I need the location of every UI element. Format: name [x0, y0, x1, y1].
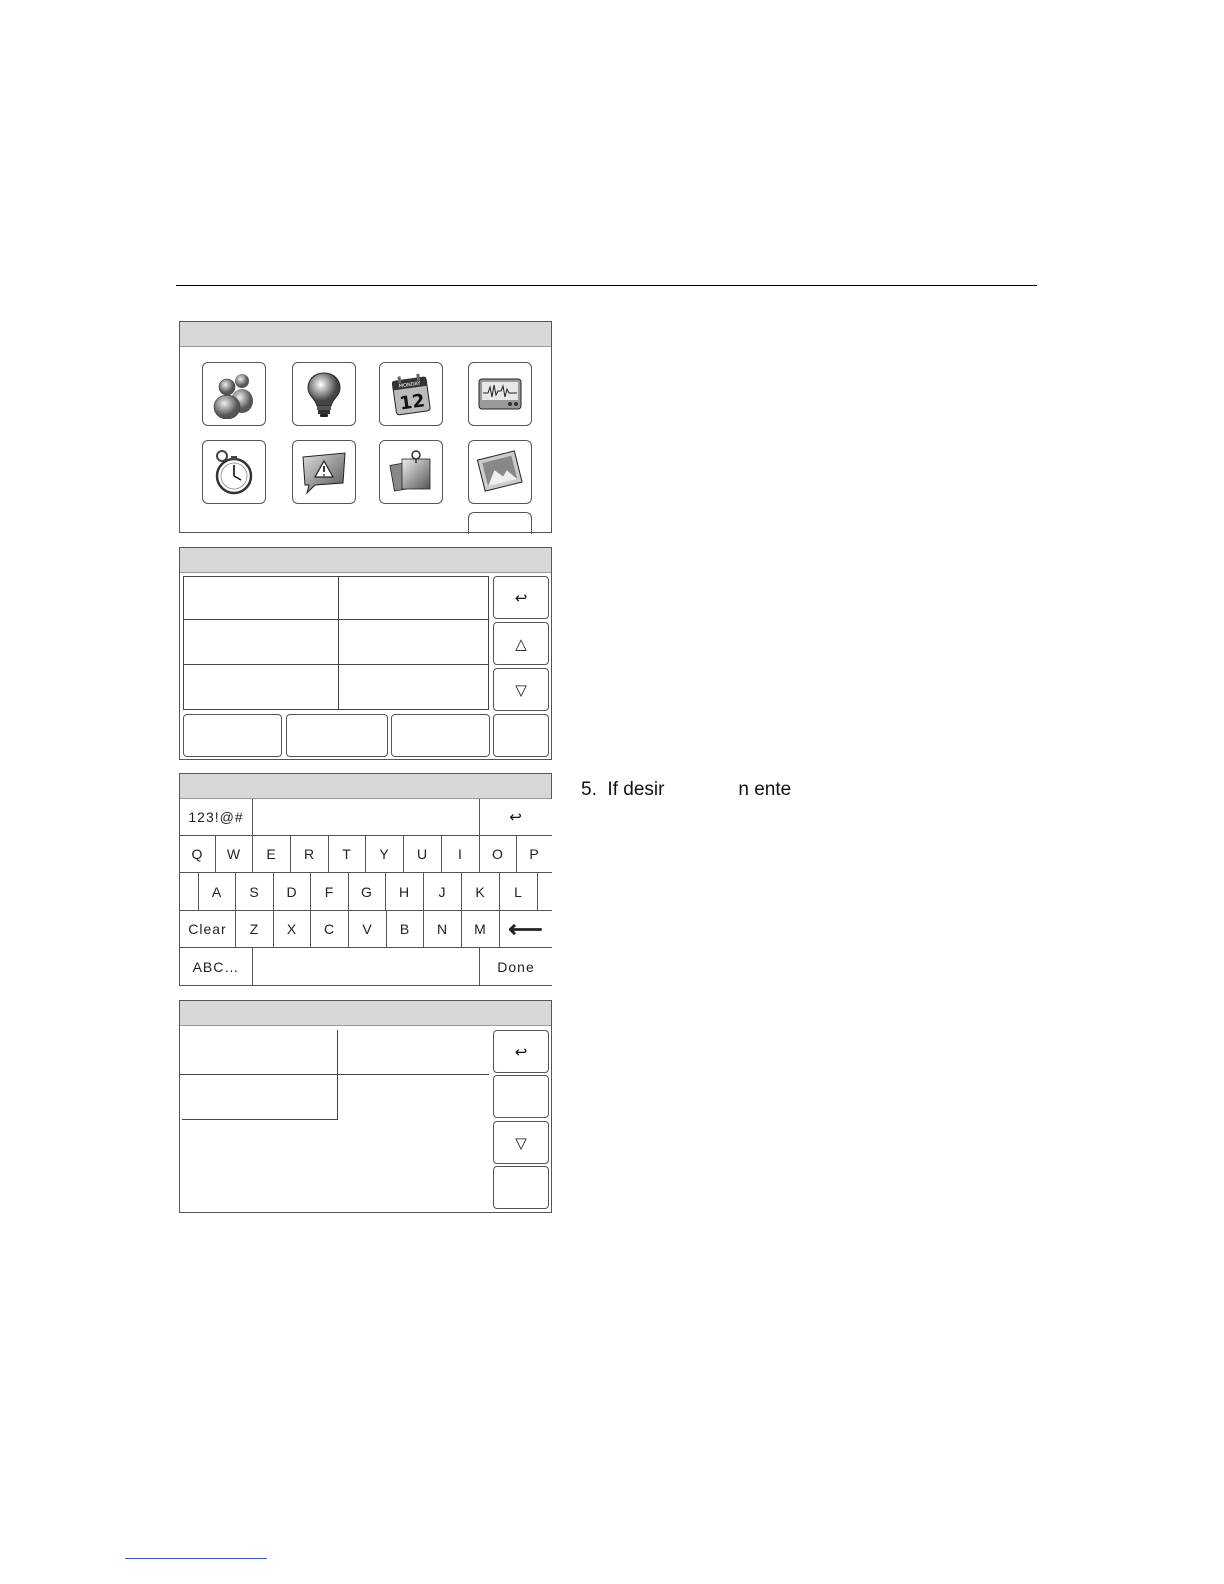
key-c[interactable]: C: [311, 911, 349, 948]
key-u[interactable]: U: [404, 836, 442, 873]
list-cell[interactable]: [180, 1030, 338, 1075]
notes-icon: [389, 450, 431, 492]
users-icon: [213, 374, 253, 419]
list-cell[interactable]: [337, 1030, 489, 1075]
key-l[interactable]: L: [500, 873, 538, 911]
list-cell[interactable]: [182, 1074, 338, 1120]
bottom-button-2[interactable]: [286, 714, 388, 757]
step-body: If desir n ente: [607, 779, 792, 800]
key-n[interactable]: N: [424, 911, 462, 948]
scroll-down-button[interactable]: ▽: [493, 1121, 549, 1164]
scroll-up-button[interactable]: △: [493, 622, 549, 665]
key-h[interactable]: H: [386, 873, 424, 911]
notes-button[interactable]: [379, 440, 443, 504]
main-menu-screen: MONDAY 12: [179, 321, 552, 534]
list-cell[interactable]: [183, 664, 339, 710]
keyboard-screen: 123!@# ↩ Q W E R T Y U I O P A S D F G H…: [179, 773, 552, 986]
bottom-button-4[interactable]: [493, 714, 549, 757]
list-cell[interactable]: [183, 619, 339, 665]
chevron-up-icon: △: [515, 634, 527, 653]
key-z[interactable]: Z: [236, 911, 274, 948]
symbols-key[interactable]: 123!@#: [180, 799, 253, 836]
pictures-button[interactable]: [468, 440, 532, 504]
key-m[interactable]: M: [462, 911, 500, 948]
title-bar: [180, 322, 551, 347]
key-o[interactable]: O: [480, 836, 517, 873]
waveform-monitor-icon: [478, 378, 522, 410]
step-text: 5. If desir n ente: [581, 779, 791, 801]
scroll-down-button[interactable]: ▽: [493, 668, 549, 711]
key-f[interactable]: F: [311, 873, 349, 911]
list-cell[interactable]: [338, 619, 489, 665]
calendar-button[interactable]: MONDAY 12: [379, 362, 443, 426]
bottom-button-3[interactable]: [391, 714, 490, 757]
list-cell[interactable]: [183, 576, 339, 620]
abc-key[interactable]: ABC…: [180, 948, 253, 985]
key-p[interactable]: P: [517, 836, 552, 873]
key-b[interactable]: B: [387, 911, 424, 948]
key-v[interactable]: V: [349, 911, 387, 948]
chevron-down-icon: ▽: [515, 1133, 527, 1152]
key-i[interactable]: I: [442, 836, 480, 873]
backspace-key[interactable]: ⟵: [500, 911, 552, 948]
back-button[interactable]: ↩: [493, 1030, 549, 1073]
arrow-left-icon: ⟵: [508, 915, 544, 943]
key-a[interactable]: A: [199, 873, 236, 911]
back-icon: ↩: [514, 1042, 528, 1061]
chevron-down-icon: ▽: [515, 680, 527, 699]
key-y[interactable]: Y: [366, 836, 404, 873]
list-screen-partial: ↩ ▽: [179, 1000, 552, 1213]
space-key[interactable]: [253, 948, 480, 985]
calendar-day: 12: [398, 390, 426, 414]
bottom-button-1[interactable]: [183, 714, 282, 757]
list-cell[interactable]: [338, 576, 489, 620]
back-icon: ↩: [509, 808, 523, 826]
back-button[interactable]: ↩: [493, 576, 549, 619]
key-x[interactable]: X: [274, 911, 311, 948]
key-spacer: [180, 873, 199, 911]
key-s[interactable]: S: [236, 873, 274, 911]
stopwatch-icon: [215, 450, 253, 495]
calendar-icon: MONDAY 12: [391, 373, 431, 416]
clear-key[interactable]: Clear: [180, 911, 236, 948]
key-w[interactable]: W: [216, 836, 253, 873]
key-spacer: [538, 873, 552, 911]
back-icon: ↩: [514, 588, 528, 607]
title-bar: [180, 774, 551, 799]
header-rule: [176, 285, 1037, 286]
key-e[interactable]: E: [253, 836, 291, 873]
key-j[interactable]: J: [424, 873, 462, 911]
key-q[interactable]: Q: [180, 836, 216, 873]
step-number: 5.: [581, 779, 597, 800]
key-g[interactable]: G: [349, 873, 386, 911]
timer-button[interactable]: [202, 440, 266, 504]
alerts-button[interactable]: [292, 440, 356, 504]
scroll-up-button[interactable]: [493, 1075, 549, 1118]
more-button[interactable]: [468, 512, 532, 534]
key-r[interactable]: R: [291, 836, 329, 873]
monitor-button[interactable]: [468, 362, 532, 426]
picture-icon: [476, 450, 523, 492]
alert-message-icon: [302, 452, 346, 495]
lightbulb-button[interactable]: [292, 362, 356, 426]
footer-link-underline: [125, 1558, 267, 1559]
side-button-4[interactable]: [493, 1166, 549, 1209]
users-button[interactable]: [202, 362, 266, 426]
lightbulb-icon: [307, 372, 341, 417]
title-bar: [180, 1001, 551, 1026]
list-cell[interactable]: [338, 664, 489, 710]
key-k[interactable]: K: [462, 873, 500, 911]
title-bar: [180, 548, 551, 573]
list-screen: ↩ △ ▽: [179, 547, 552, 760]
key-d[interactable]: D: [274, 873, 311, 911]
text-entry-field[interactable]: [253, 799, 480, 836]
key-t[interactable]: T: [329, 836, 366, 873]
back-button[interactable]: ↩: [480, 799, 552, 836]
done-key[interactable]: Done: [480, 948, 552, 985]
